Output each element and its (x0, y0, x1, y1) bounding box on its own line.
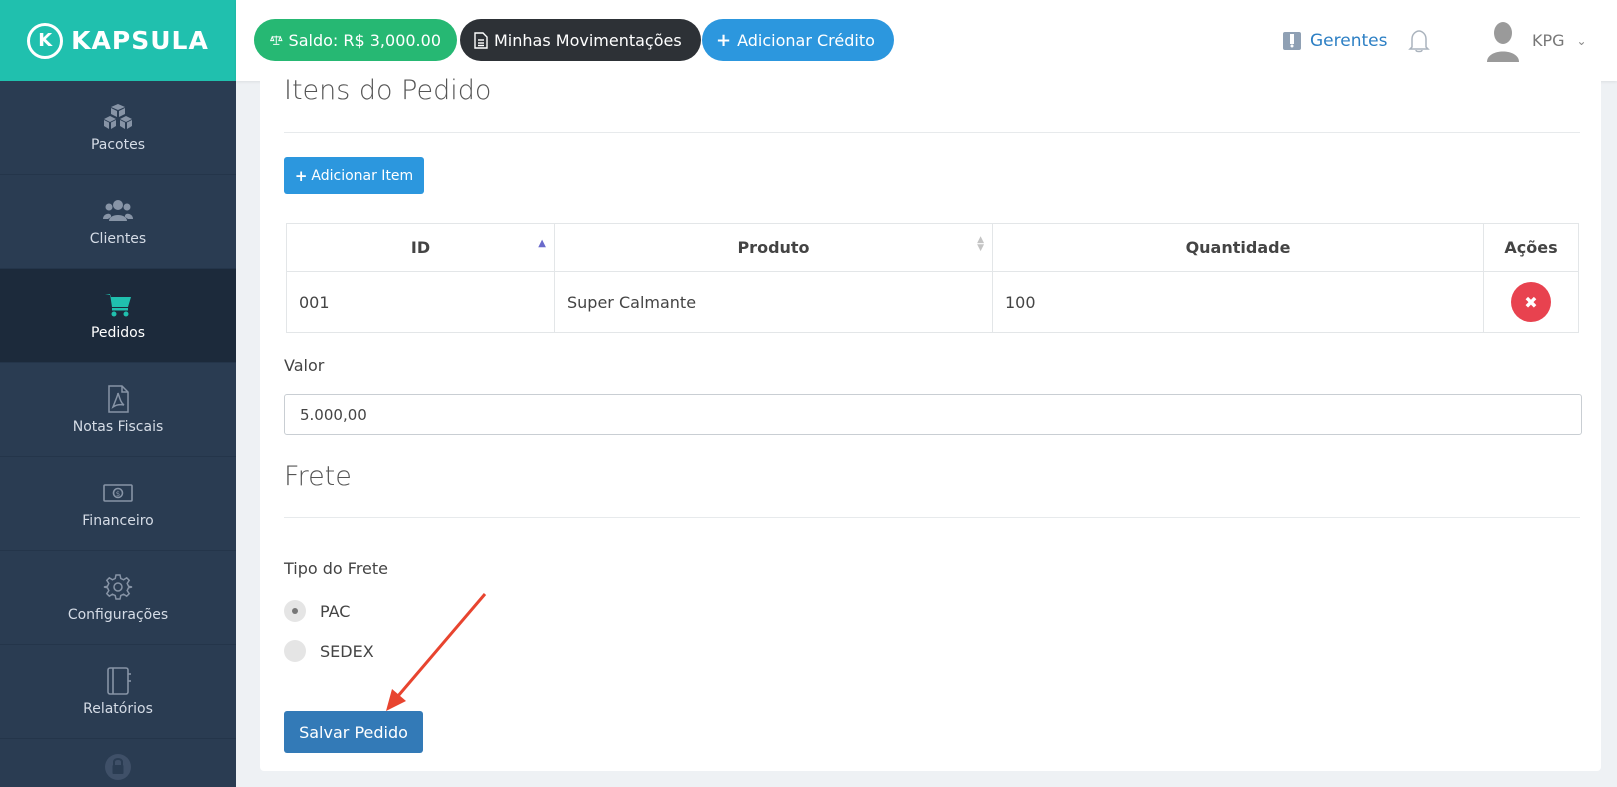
sidebar-item-clientes[interactable]: Clientes (0, 175, 236, 269)
sidebar-item-label: Relatórios (83, 700, 153, 717)
users-icon (103, 199, 133, 221)
avatar (1487, 21, 1519, 62)
close-icon: ✖ (1524, 292, 1538, 312)
sidebar-item-pacotes[interactable]: Pacotes (0, 81, 236, 175)
movimentacoes-label: Minhas Movimentações (494, 30, 682, 50)
sidebar-item-notas-fiscais[interactable]: Notas Fiscais (0, 363, 236, 457)
id-badge-icon (1283, 31, 1301, 50)
pdf-file-icon (108, 384, 129, 413)
divider (284, 517, 1580, 518)
gerentes-link[interactable]: Gerentes (1282, 0, 1387, 81)
adicionar-credito-label: Adicionar Crédito (737, 30, 875, 50)
radio-button[interactable] (284, 600, 306, 622)
radio-label: PAC (320, 601, 351, 621)
user-menu[interactable]: KPG ⌄ (1486, 0, 1587, 81)
lock-icon (105, 754, 131, 780)
sidebar-item-label: Pacotes (90, 136, 146, 153)
money-icon: $ (103, 483, 133, 502)
app-logo[interactable]: K KAPSULA (0, 0, 236, 81)
plus-icon: + (716, 29, 732, 51)
cart-icon (105, 293, 131, 316)
adicionar-credito-button[interactable]: + Adicionar Crédito (702, 19, 894, 61)
delete-item-button[interactable]: ✖ (1511, 282, 1551, 322)
save-order-button[interactable]: Salvar Pedido (284, 711, 423, 753)
frete-option-pac[interactable]: PAC (284, 600, 350, 622)
gear-icon (103, 573, 133, 600)
items-table: ID ▲ Produto ▲ ▼ Quantidade Ações 001 Sup… (286, 223, 1579, 333)
tipo-frete-label: Tipo do Frete (284, 559, 389, 578)
sort-asc-icon: ▲ (538, 238, 546, 249)
logo-mark-icon: K (27, 22, 64, 59)
saldo-label: Saldo: R$ 3,000.00 (288, 30, 441, 50)
movimentacoes-button[interactable]: Minhas Movimentações (460, 19, 701, 61)
chevron-down-icon: ⌄ (1576, 33, 1587, 48)
divider (284, 132, 1580, 133)
radio-label: SEDEX (320, 641, 374, 661)
top-header: Saldo: R$ 3,000.00 Minhas Movimentações … (236, 0, 1617, 81)
itens-section-title: Itens do Pedido (284, 75, 492, 106)
valor-input[interactable]: 5.000,00 (284, 394, 1582, 435)
frete-option-sedex[interactable]: SEDEX (284, 640, 374, 662)
column-header-quantidade: Quantidade (992, 223, 1484, 272)
balance-scale-icon (270, 35, 283, 45)
sidebar-item-label: Configurações (67, 606, 169, 623)
valor-label: Valor (284, 356, 325, 375)
sort-icon: ▲ ▼ (977, 235, 984, 253)
user-name: KPG (1532, 31, 1565, 50)
cubes-icon (104, 103, 132, 129)
sidebar-item-lock[interactable] (0, 739, 236, 787)
column-header-label: Produto (737, 238, 810, 257)
table-row: 001 Super Calmante 100 ✖ (286, 271, 1579, 333)
sidebar: K KAPSULA Pacotes Clientes Pedidos Notas… (0, 0, 236, 787)
sidebar-item-pedidos[interactable]: Pedidos (0, 269, 236, 363)
column-header-label: ID (410, 238, 431, 257)
save-order-label: Salvar Pedido (299, 722, 408, 742)
add-item-button[interactable]: + Adicionar Item (284, 157, 424, 194)
table-header-row: ID ▲ Produto ▲ ▼ Quantidade Ações (286, 223, 1579, 272)
sidebar-item-relatorios[interactable]: Relatórios (0, 645, 236, 739)
cell-quantidade: 100 (992, 271, 1484, 333)
bell-icon (1408, 29, 1430, 52)
column-header-id[interactable]: ID ▲ (286, 223, 555, 272)
column-header-label: Quantidade (1185, 238, 1291, 257)
frete-section-title: Frete (284, 461, 352, 492)
sidebar-item-label: Financeiro (82, 512, 154, 529)
app-name: KAPSULA (71, 26, 209, 55)
saldo-button[interactable]: Saldo: R$ 3,000.00 (254, 19, 457, 61)
gerentes-label: Gerentes (1310, 30, 1388, 51)
column-header-acoes: Ações (1483, 223, 1579, 272)
cell-id: 001 (286, 271, 555, 333)
document-icon (474, 31, 488, 49)
plus-icon: + (294, 166, 308, 185)
notebook-icon (107, 666, 131, 695)
order-form-card: Itens do Pedido + Adicionar Item ID ▲ Pr… (260, 75, 1601, 771)
cell-produto: Super Calmante (554, 271, 993, 333)
column-header-label: Ações (1504, 238, 1558, 257)
sidebar-item-label: Notas Fiscais (72, 418, 164, 435)
column-header-produto[interactable]: Produto ▲ ▼ (554, 223, 993, 272)
svg-text:$: $ (116, 490, 120, 498)
sidebar-item-configuracoes[interactable]: Configurações (0, 551, 236, 645)
add-item-label: Adicionar Item (311, 167, 414, 184)
sidebar-item-label: Pedidos (90, 324, 146, 341)
sidebar-item-label: Clientes (89, 230, 147, 247)
radio-button[interactable] (284, 640, 306, 662)
sidebar-item-financeiro[interactable]: $ Financeiro (0, 457, 236, 551)
notifications-button[interactable] (1408, 0, 1430, 81)
cell-acoes: ✖ (1483, 271, 1579, 333)
